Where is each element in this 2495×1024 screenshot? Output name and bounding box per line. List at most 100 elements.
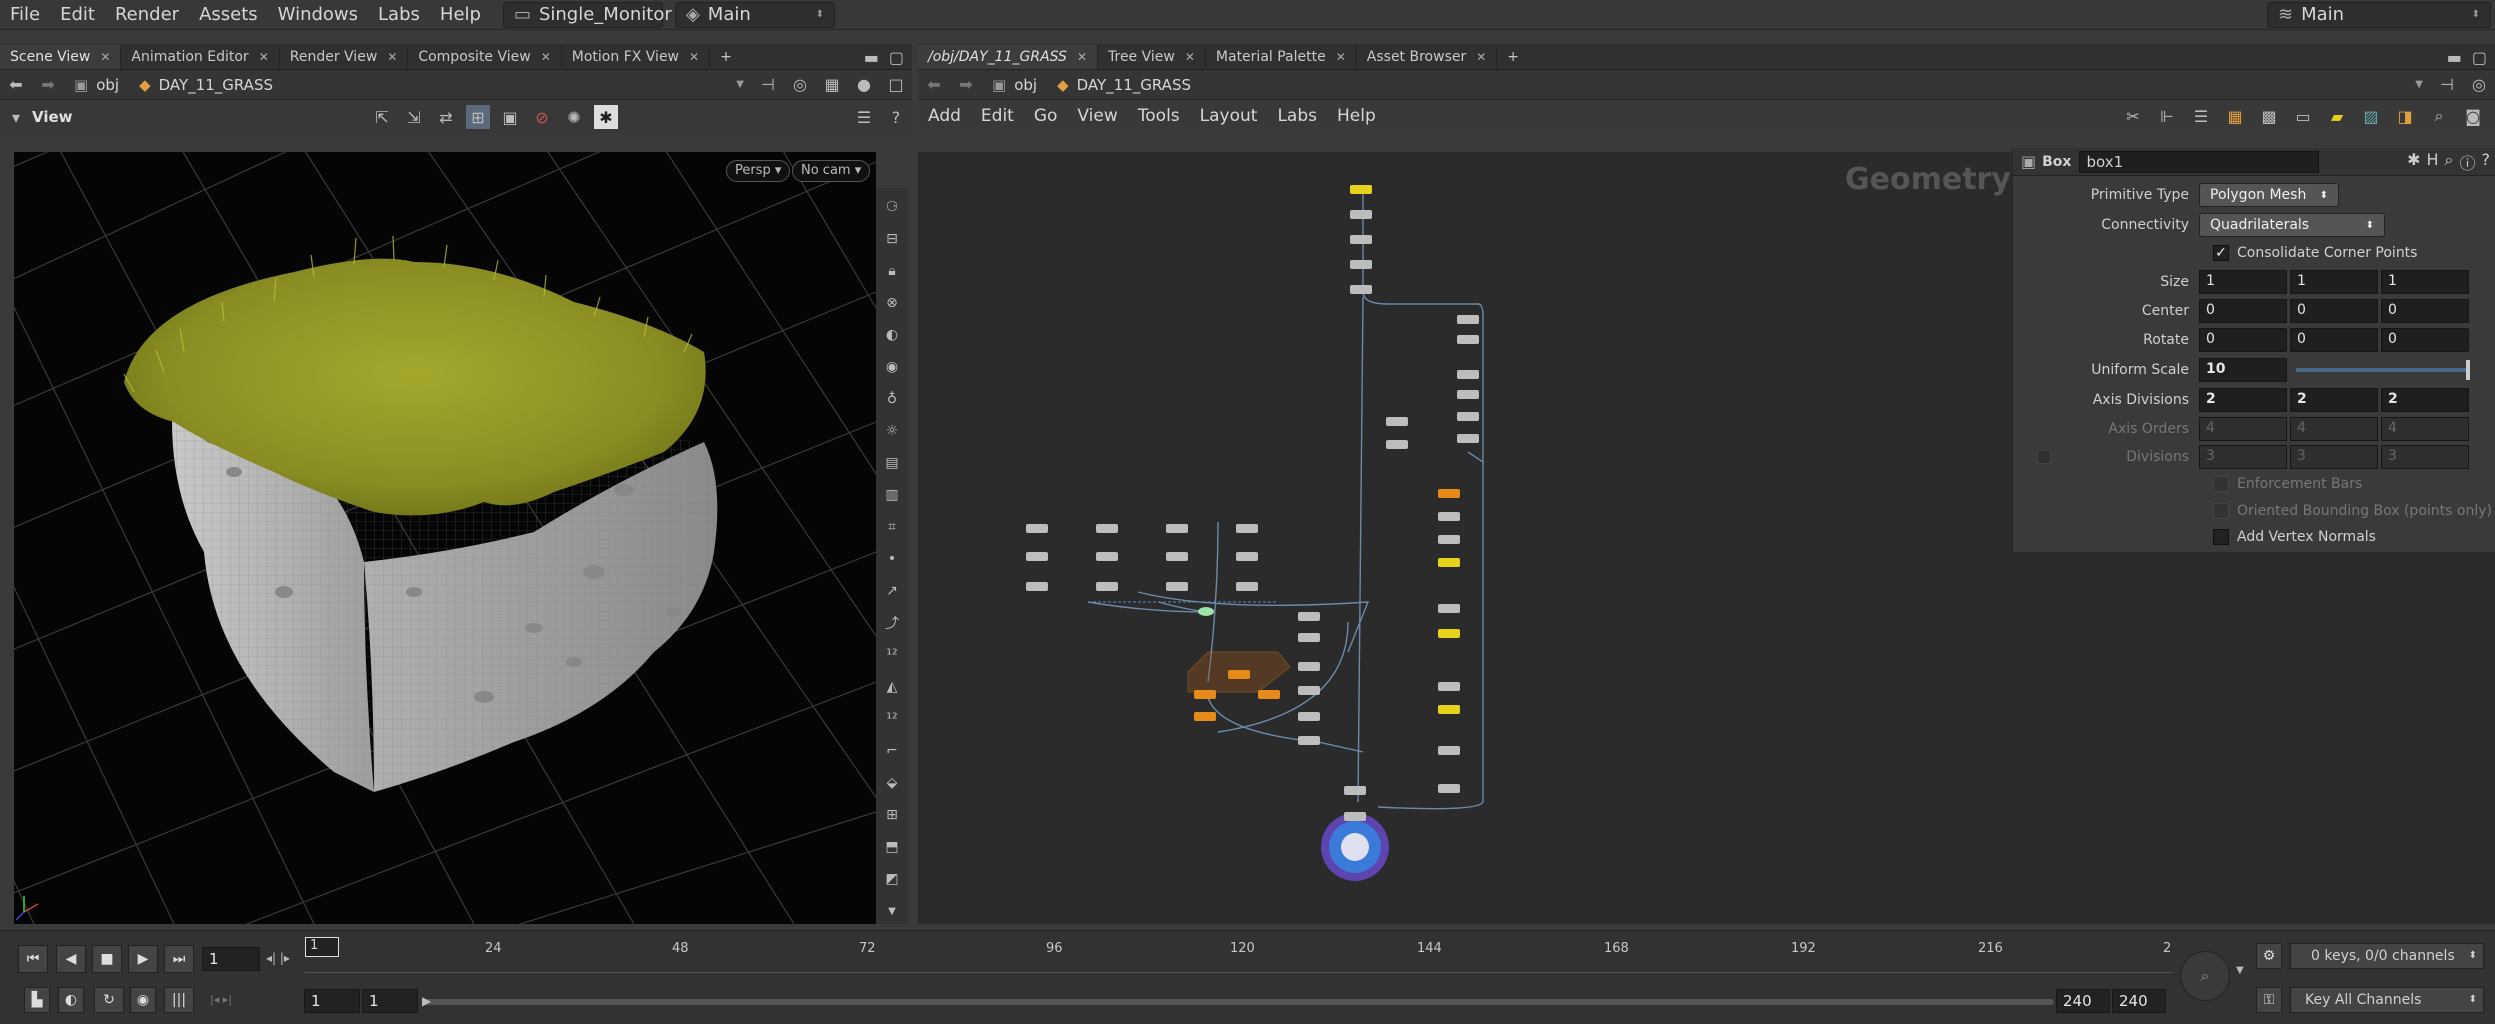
network-node[interactable] — [1438, 489, 1460, 498]
texture-icon[interactable]: ▤ — [880, 452, 904, 474]
menu-render[interactable]: Render — [105, 0, 189, 30]
audio-icon[interactable]: ◐ — [58, 987, 84, 1013]
select-tool-icon[interactable]: ⇱ — [370, 105, 394, 129]
network-node[interactable] — [1438, 535, 1460, 544]
profile-icon[interactable]: ⌐ — [880, 740, 904, 762]
loop-icon[interactable]: ↻ — [94, 987, 124, 1013]
tree-icon[interactable]: ⊩ — [2155, 104, 2179, 128]
current-frame-field[interactable]: 1 — [202, 947, 260, 971]
divisions-toggle[interactable] — [2037, 450, 2051, 464]
close-icon[interactable]: ✕ — [689, 45, 699, 69]
network-node[interactable] — [1350, 260, 1372, 269]
menu-labs[interactable]: Labs — [368, 0, 430, 30]
normals-icon[interactable]: ↗ — [880, 580, 904, 602]
net-menu-help[interactable]: Help — [1327, 101, 1386, 131]
settings-icon[interactable]: ✱ — [594, 105, 618, 129]
jump-start-button[interactable]: ⏮ — [18, 945, 48, 973]
camera-icon[interactable]: ✺ — [562, 105, 586, 129]
menu-assets[interactable]: Assets — [189, 0, 268, 30]
key-settings-icon[interactable]: ⚙ — [2256, 943, 2282, 969]
start-frame-field[interactable]: 1 — [304, 989, 360, 1013]
close-icon[interactable]: ✕ — [1476, 45, 1486, 69]
info-icon[interactable]: ⓘ — [2459, 150, 2475, 174]
network-node[interactable] — [1298, 662, 1320, 671]
network-node[interactable] — [1194, 712, 1216, 721]
network-node[interactable] — [1457, 370, 1479, 379]
network-node[interactable] — [1350, 285, 1372, 294]
menu-edit[interactable]: Edit — [50, 0, 105, 30]
end-frame-field[interactable]: 240 — [2112, 989, 2166, 1013]
tab-render-view[interactable]: Render View ✕ — [280, 45, 409, 69]
add-tab-button[interactable]: + — [1497, 45, 1529, 69]
pose-tool-icon[interactable]: ⇲ — [402, 105, 426, 129]
close-icon[interactable]: ✕ — [1077, 45, 1087, 69]
link-icon[interactable]: ◎ — [788, 73, 812, 97]
snapshot-icon[interactable]: ◨ — [2393, 104, 2417, 128]
play-reverse-button[interactable]: ◀ — [56, 945, 86, 973]
cube-icon[interactable]: ▦ — [820, 73, 844, 97]
close-icon[interactable]: ✕ — [1185, 45, 1195, 69]
network-node[interactable] — [1438, 629, 1460, 638]
network-node[interactable] — [1438, 558, 1460, 567]
close-icon[interactable]: ✕ — [259, 45, 269, 69]
forward-arrow-icon[interactable]: ➡ — [954, 73, 978, 97]
range-slider[interactable]: ▶ — [422, 994, 2054, 1008]
snap-grid-icon[interactable]: ⬙ — [880, 772, 904, 794]
options-icon[interactable]: ◉ — [130, 987, 156, 1013]
center-z-field[interactable]: 0 — [2381, 299, 2469, 323]
forward-arrow-icon[interactable]: ➡ — [36, 73, 60, 97]
menu-file[interactable]: File — [0, 0, 50, 30]
close-icon[interactable]: ✕ — [387, 45, 397, 69]
network-node[interactable] — [1236, 524, 1258, 533]
network-node[interactable] — [1438, 784, 1460, 793]
number-icon[interactable]: ¹² — [880, 644, 904, 666]
path-dropdown-icon[interactable]: ▼ — [2415, 79, 2423, 90]
back-arrow-icon[interactable]: ⬅ — [922, 73, 946, 97]
step-range-icons[interactable]: |◂ ▸| — [210, 993, 232, 1006]
desktop-dropdown[interactable]: ▭ Single_Monitor ⬍ — [502, 1, 690, 28]
grid-icon[interactable]: ⊞ — [880, 804, 904, 826]
tab-scene-view[interactable]: Scene View ✕ — [0, 45, 122, 69]
snap-icon[interactable]: ⊞ — [466, 105, 490, 129]
network-node[interactable] — [1457, 412, 1479, 421]
range-start-handle[interactable]: ▶ — [422, 994, 431, 1008]
network-node[interactable] — [1026, 552, 1048, 561]
network-node[interactable] — [1096, 582, 1118, 591]
back-arrow-icon[interactable]: ⬅ — [4, 73, 28, 97]
persp-menu[interactable]: Persp ▾ — [726, 160, 791, 182]
network-node[interactable] — [1350, 235, 1372, 244]
close-circle-icon[interactable]: ⊗ — [880, 292, 904, 314]
net-menu-layout[interactable]: Layout — [1190, 101, 1268, 131]
network-node[interactable] — [1096, 524, 1118, 533]
network-node[interactable] — [1166, 582, 1188, 591]
size-z-field[interactable]: 1 — [2381, 270, 2469, 294]
enforcement-bars-checkbox[interactable] — [2213, 476, 2229, 492]
display-icon[interactable]: ▣ — [498, 105, 522, 129]
path-obj[interactable]: ▣ obj — [982, 76, 1047, 94]
tab-animation-editor[interactable]: Animation Editor ✕ — [121, 45, 280, 69]
tab-network-view[interactable]: /obj/DAY_11_GRASS ✕ — [918, 45, 1098, 69]
point-icon[interactable]: • — [880, 548, 904, 570]
stop-button[interactable]: ■ — [92, 945, 122, 973]
tab-motion-fx-view[interactable]: Motion FX View ✕ — [562, 45, 711, 69]
network-node[interactable] — [1166, 552, 1188, 561]
layout-icon[interactable]: ☰ — [852, 105, 876, 129]
add-vertex-normals-checkbox[interactable] — [2213, 529, 2229, 545]
network-node[interactable] — [1298, 633, 1320, 642]
key-mode-select[interactable]: Key All Channels ⬍ — [2290, 987, 2484, 1013]
menu-windows[interactable]: Windows — [268, 0, 368, 30]
prim-number-icon[interactable]: ¹² — [880, 708, 904, 730]
scroll-down-icon[interactable]: ▼ — [880, 900, 904, 922]
rotate-x-field[interactable]: 0 — [2199, 328, 2287, 352]
gear-icon[interactable]: ✱ — [2407, 150, 2420, 174]
network-node[interactable] — [1236, 582, 1258, 591]
range-start-field[interactable]: 1 — [362, 989, 418, 1013]
search-icon[interactable]: ⌕ — [2445, 150, 2454, 174]
close-icon[interactable]: ✕ — [100, 45, 110, 69]
tools-icon[interactable]: ✂ — [2121, 104, 2145, 128]
network-node[interactable] — [1344, 812, 1366, 821]
network-node[interactable] — [1438, 746, 1460, 755]
network-node[interactable] — [1228, 670, 1250, 679]
network-node[interactable] — [1350, 210, 1372, 219]
size-x-field[interactable]: 1 — [2199, 270, 2287, 294]
